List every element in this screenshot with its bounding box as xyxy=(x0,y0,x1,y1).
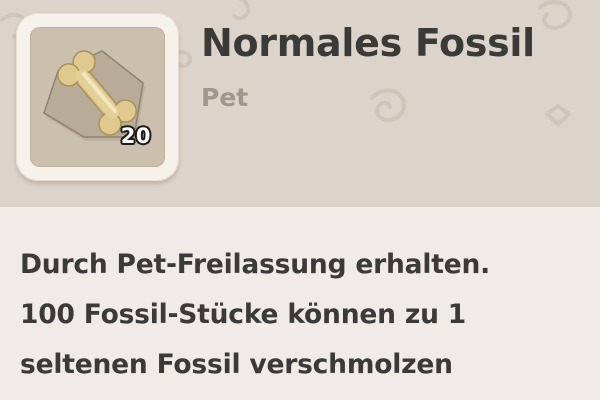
description-line: seltenen Fossil verschmolzen xyxy=(20,349,453,380)
swirl-decoration-icon xyxy=(232,0,251,21)
description-line: 100 Fossil-Stücke können zu 1 xyxy=(20,299,466,330)
item-title: Normales Fossil xyxy=(201,21,535,65)
item-description: Durch Pet-Freilassung erhalten. 100 Foss… xyxy=(20,240,590,390)
item-icon-frame: 20 xyxy=(16,13,179,181)
swirl-decoration-icon xyxy=(370,88,407,122)
item-category: Pet xyxy=(201,83,249,112)
diamond-decoration-icon xyxy=(545,104,571,126)
description-line: Durch Pet-Freilassung erhalten. xyxy=(20,249,491,280)
swirl-decoration-icon xyxy=(538,0,573,30)
item-header: 20 Normales Fossil Pet xyxy=(0,0,600,207)
item-icon-slot: 20 xyxy=(30,27,165,167)
item-quantity: 20 xyxy=(120,124,151,148)
